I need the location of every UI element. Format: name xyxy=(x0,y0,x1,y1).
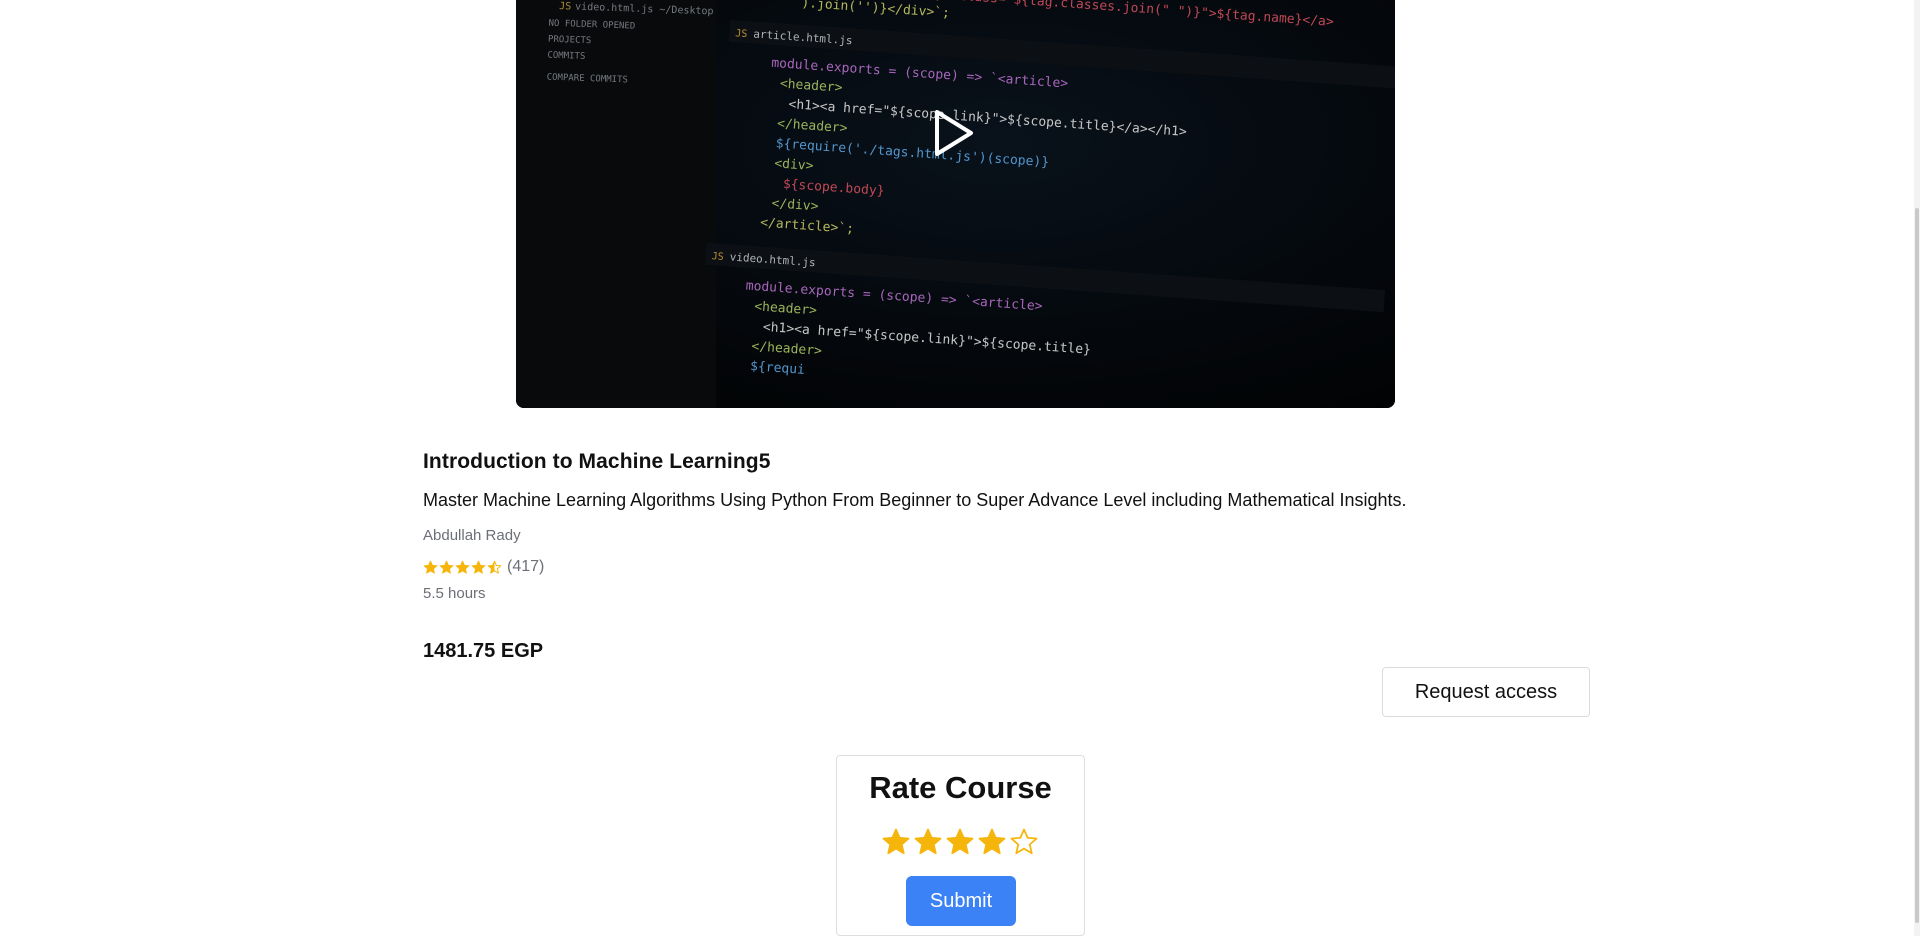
star-full-icon xyxy=(471,560,486,574)
rating-stars xyxy=(423,560,502,575)
course-title: Introduction to Machine Learning5 xyxy=(423,450,771,473)
rating-count: (417) xyxy=(507,558,545,575)
request-access-button[interactable]: Request access xyxy=(1382,667,1590,717)
course-subtitle: Master Machine Learning Algorithms Using… xyxy=(423,490,1407,510)
rate-stars xyxy=(881,826,1039,858)
star-full-icon xyxy=(439,560,454,574)
submit-rating-button[interactable]: Submit xyxy=(906,876,1016,926)
rate-course-title: Rate Course xyxy=(869,770,1052,805)
star-full-icon xyxy=(423,560,438,574)
video-thumbnail: JS video.html.js ~/Desktop NO FOLDER OPE… xyxy=(516,0,1395,408)
rate-star-3-icon[interactable] xyxy=(945,826,975,858)
rate-star-2-icon[interactable] xyxy=(913,826,943,858)
star-half-icon xyxy=(487,560,502,574)
rate-star-4-icon[interactable] xyxy=(977,826,1007,858)
scrollbar-thumb[interactable] xyxy=(1915,208,1919,923)
course-author[interactable]: Abdullah Rady xyxy=(423,527,521,544)
course-price: 1481.75 EGP xyxy=(423,640,544,662)
course-video-player[interactable]: JS video.html.js ~/Desktop NO FOLDER OPE… xyxy=(516,0,1395,408)
rate-course-card: Rate Course Submit xyxy=(836,755,1085,936)
play-icon[interactable] xyxy=(932,108,976,158)
rate-star-5-icon[interactable] xyxy=(1009,826,1039,858)
course-rating: (417) xyxy=(423,556,544,578)
rate-star-1-icon[interactable] xyxy=(881,826,911,858)
star-full-icon xyxy=(455,560,470,574)
course-duration: 5.5 hours xyxy=(423,585,486,602)
